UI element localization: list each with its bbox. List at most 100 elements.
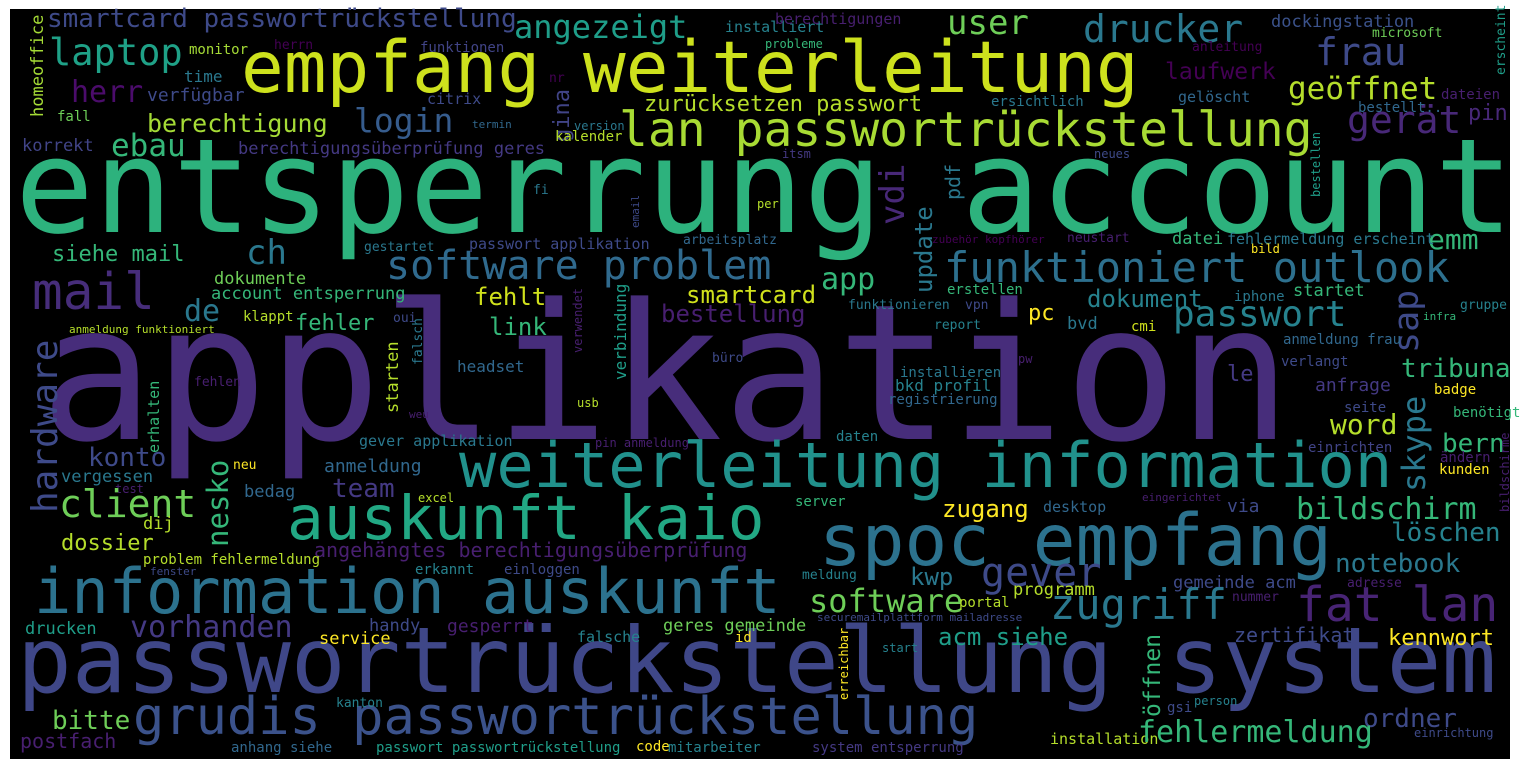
word: registrierung <box>888 392 998 409</box>
word: starten <box>383 341 403 413</box>
word: system entsperrung <box>812 740 964 757</box>
word: angezeigt <box>514 7 688 46</box>
word: skype <box>1395 395 1433 492</box>
word: email <box>629 194 642 228</box>
word: daten <box>836 429 879 446</box>
word: ersichtlich <box>991 94 1084 111</box>
word: cmi <box>1131 319 1157 336</box>
word: löschen <box>1391 518 1501 548</box>
word: falsch <box>411 318 426 365</box>
word: per <box>757 196 779 211</box>
word: nr <box>549 71 565 86</box>
word: dossier <box>61 531 154 557</box>
word: id <box>735 630 752 647</box>
word: pc <box>1028 301 1055 327</box>
word: büro <box>712 351 744 366</box>
word: bestellung <box>661 299 806 328</box>
word: meldung <box>802 568 857 583</box>
word: service <box>319 628 391 649</box>
word: funktionen <box>420 40 505 57</box>
word: update <box>910 206 938 293</box>
word: berechtigungen <box>775 10 902 29</box>
word: citrix <box>427 90 482 109</box>
word: user <box>947 3 1029 44</box>
word: via <box>1227 495 1260 517</box>
word: mitarbeiter <box>668 740 761 757</box>
word: vpn <box>965 298 989 313</box>
word: vdi <box>873 163 913 225</box>
word: klappt <box>243 309 294 326</box>
word: fehlt <box>474 282 547 311</box>
word: server <box>795 494 846 511</box>
word: eingerichtet <box>1142 490 1222 504</box>
word: probleme <box>765 36 823 51</box>
word: dij <box>143 513 174 534</box>
word: berechtigungsüberprüfung geres <box>238 138 546 159</box>
word: verwendet <box>571 287 585 353</box>
word: mail <box>32 262 155 322</box>
word: erstellen <box>947 282 1023 299</box>
word: fall <box>57 109 91 126</box>
word: einrichtung <box>1414 725 1494 740</box>
word: laptop <box>49 30 183 74</box>
word: bvd <box>1067 313 1098 334</box>
word: kanton <box>336 696 383 711</box>
word: dateien <box>1441 87 1501 104</box>
word: monitor <box>189 42 249 59</box>
word: siehe mail <box>52 242 185 268</box>
word: account entsperrung <box>211 283 406 304</box>
word: erscheint <box>1494 4 1509 75</box>
word: erreichbar <box>837 627 851 700</box>
word: datei <box>1172 228 1224 249</box>
word: badge <box>1434 382 1477 399</box>
word: pdf <box>941 163 965 200</box>
word: anhang siehe <box>231 740 333 757</box>
word: anmeldung frau <box>1283 332 1402 349</box>
word: gestartet <box>364 240 435 255</box>
word: verbindung <box>611 283 630 380</box>
word: kalender <box>555 129 623 146</box>
word: tribuna <box>1401 354 1511 384</box>
word: bestellt.. <box>1358 100 1443 117</box>
word: person <box>1194 693 1238 708</box>
word: funktionieren <box>848 298 950 313</box>
word: vorhanden <box>130 609 293 645</box>
word: le <box>1227 362 1254 388</box>
word: gesperrt <box>447 615 534 637</box>
word: zubehör kopfhörer <box>932 232 1045 246</box>
word: word <box>1330 408 1398 442</box>
word: verlangt <box>1281 354 1349 371</box>
word: einloggen <box>504 562 580 579</box>
word: benötigt <box>1453 405 1520 422</box>
word: microsoft <box>1372 26 1443 41</box>
word: anfrage <box>1315 374 1391 396</box>
word: emm <box>1428 223 1479 257</box>
word: gsi <box>1167 700 1193 717</box>
word: itsm <box>782 146 811 161</box>
word: anleitung <box>1192 40 1263 55</box>
word: einrichten <box>1308 440 1393 457</box>
word: zurücksetzen passwort <box>644 92 923 118</box>
word: report <box>934 318 981 333</box>
word: acm siehe <box>938 622 1069 651</box>
word: kennwort <box>1388 626 1494 652</box>
word: time <box>184 67 223 87</box>
word: pin anmeldung <box>595 435 689 450</box>
word: homeoffice <box>28 14 48 117</box>
word: drucken <box>25 618 97 639</box>
word: nummer <box>1232 590 1279 605</box>
word: nesko <box>201 459 235 547</box>
word: login <box>354 101 454 141</box>
word: neustart <box>1067 231 1130 246</box>
word: gruppe <box>1460 298 1507 313</box>
word: adresse <box>1347 576 1402 591</box>
word: fi <box>533 183 549 198</box>
word: bestellen <box>1309 131 1323 197</box>
word: bedag <box>244 481 296 502</box>
word: bildschirme <box>1498 432 1512 512</box>
word: passwort applikation <box>469 235 650 254</box>
word: start <box>882 640 919 655</box>
word: securemailplattform mailadresse <box>817 610 1023 624</box>
word: anmeldung funktioniert <box>69 322 215 336</box>
word: smartcard passwortrückstellung <box>47 4 517 34</box>
